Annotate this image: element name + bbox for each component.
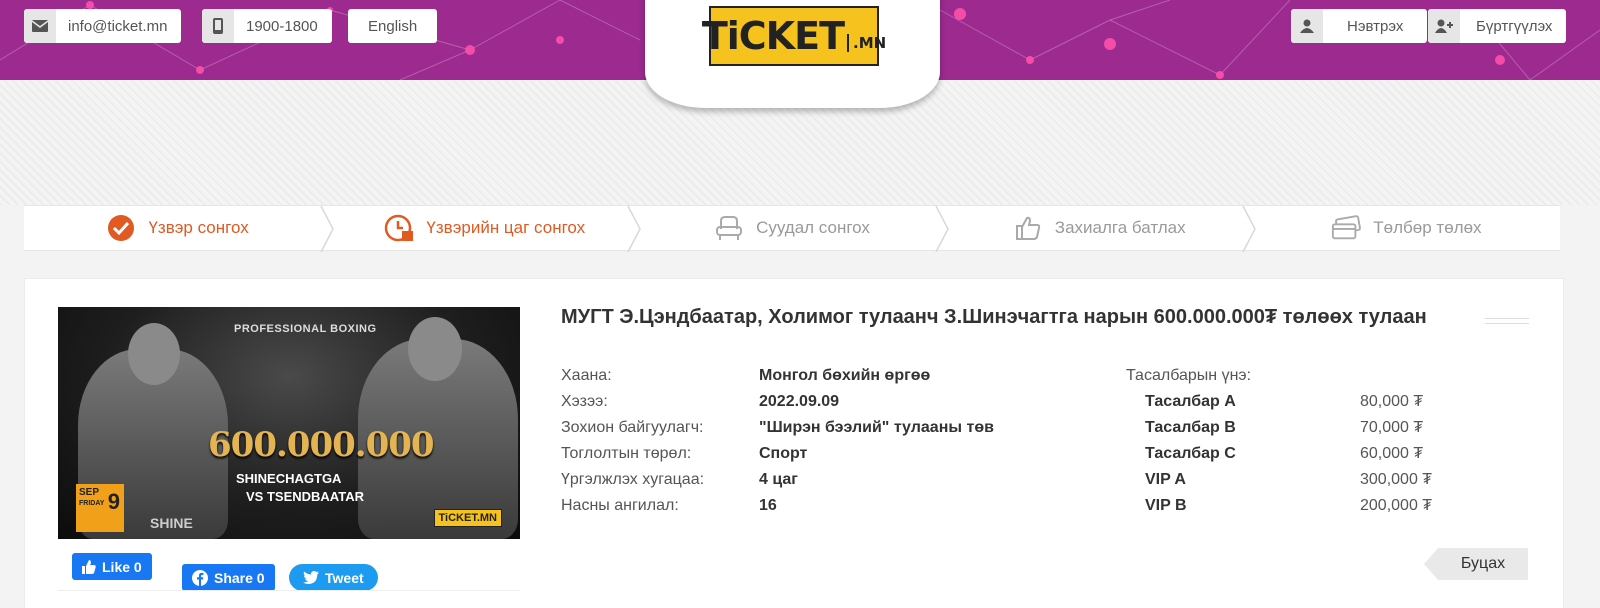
event-title: МУГТ Э.Цэндбаатар, Холимог тулаанч З.Шин… — [561, 306, 1427, 328]
price-name: VIP B — [1145, 497, 1187, 514]
detail-label-organizer: Зохион байгуулагч: — [561, 419, 704, 436]
poster-date: SEP FRIDAY 9 — [76, 484, 124, 532]
detail-value-date: 2022.09.09 — [759, 393, 840, 410]
price-value: 200,000 ₮ — [1360, 497, 1433, 514]
seat-icon — [714, 213, 744, 243]
share-label: Share 0 — [214, 569, 265, 586]
step-label: Суудал сонгох — [756, 218, 870, 237]
detail-value-venue: Монгол бөхийн өргөө — [759, 367, 931, 384]
twitter-bird-icon — [303, 571, 319, 584]
detail-label-type: Тоглолтын төрөл: — [561, 445, 692, 462]
step-select-event[interactable]: Үзвэр сонгох — [24, 206, 335, 252]
poster-brand: TiCKET.MN — [433, 509, 502, 527]
language-label: English — [368, 17, 418, 35]
price-value: 80,000 ₮ — [1360, 393, 1424, 410]
register-label: Бүртгүүлэх — [1476, 17, 1553, 35]
checkout-steps: Үзвэр сонгох Үзвэрийн цаг сонгох Суудал … — [24, 205, 1560, 252]
thumbs-up-icon — [1013, 213, 1043, 243]
step-select-seat: Суудал сонгох — [638, 206, 949, 252]
phone-text: 1900-1800 — [246, 17, 318, 35]
divider — [58, 590, 520, 591]
phone-link[interactable]: 1900-1800 — [202, 9, 332, 43]
detail-value-organizer: "Ширэн бээлий" тулааны төв — [759, 419, 994, 436]
fighter-left-head — [128, 323, 180, 385]
detail-value-type: Спорт — [759, 445, 808, 462]
poster-day: 9 — [107, 489, 120, 514]
user-plus-icon — [1428, 9, 1460, 43]
poster-fighter-a: SHINECHAGTGA — [236, 471, 342, 486]
price-name: Тасалбар A — [1145, 393, 1236, 410]
step-payment: Төлбөр төлөх — [1253, 206, 1560, 250]
tweet-label: Tweet — [325, 569, 364, 586]
detail-label-age: Насны ангилал: — [561, 497, 679, 514]
poster-prize: 600.000.000 — [208, 425, 435, 465]
prices-heading: Тасалбарын үнэ: — [1126, 367, 1252, 384]
credit-card-icon — [1331, 213, 1362, 243]
logo-text: TiCKET — [701, 14, 845, 58]
email-link[interactable]: info@ticket.mn — [24, 9, 182, 43]
facebook-like-button[interactable]: Like 0 — [72, 553, 152, 580]
like-label: Like 0 — [102, 558, 142, 575]
back-label: Буцах — [1460, 555, 1506, 572]
price-name: VIP A — [1145, 471, 1186, 488]
language-switch[interactable]: English — [348, 9, 438, 43]
user-icon — [1291, 9, 1323, 43]
envelope-icon — [24, 9, 56, 43]
check-circle-icon — [106, 213, 136, 243]
detail-label-venue: Хаана: — [561, 367, 612, 384]
price-value: 70,000 ₮ — [1360, 419, 1424, 436]
detail-label-date: Хэзээ: — [561, 393, 608, 410]
clock-calendar-icon — [384, 213, 414, 243]
register-button[interactable]: Бүртгүүлэх — [1428, 9, 1567, 43]
price-value: 300,000 ₮ — [1360, 471, 1433, 488]
title-rule — [1485, 318, 1529, 324]
step-confirm-order: Захиалга батлах — [946, 206, 1256, 252]
poster-fighter-b: VS TSENDBAATAR — [246, 489, 364, 504]
poster-heading: PROFESSIONAL BOXING — [234, 323, 377, 335]
fighter-right-head — [408, 317, 462, 381]
facebook-icon — [192, 569, 208, 586]
step-label: Үзвэр сонгох — [148, 218, 249, 237]
thumbs-up-icon — [82, 559, 96, 574]
detail-label-duration: Үргэлжлэх хугацаа: — [561, 471, 705, 488]
email-text: info@ticket.mn — [68, 17, 168, 35]
poster-trunks: SHINE — [150, 515, 193, 531]
logo-suffix: .MN — [847, 34, 886, 52]
detail-value-duration: 4 цаг — [759, 471, 798, 488]
facebook-share-button[interactable]: Share 0 — [182, 564, 275, 591]
event-poster: PROFESSIONAL BOXING 600.000.000 SHINECHA… — [58, 307, 520, 539]
step-label: Захиалга батлах — [1054, 218, 1186, 237]
mobile-phone-icon — [202, 9, 234, 43]
step-select-time[interactable]: Үзвэрийн цаг сонгох — [331, 206, 642, 252]
step-label: Төлбөр төлөх — [1373, 218, 1482, 237]
price-name: Тасалбар C — [1145, 445, 1236, 462]
price-name: Тасалбар B — [1145, 419, 1236, 436]
step-label: Үзвэрийн цаг сонгох — [426, 218, 586, 237]
login-label: Нэвтрэх — [1347, 17, 1404, 35]
price-value: 60,000 ₮ — [1360, 445, 1424, 462]
login-button[interactable]: Нэвтрэх — [1291, 9, 1428, 43]
back-button[interactable]: Буцах — [1424, 548, 1528, 580]
detail-value-age: 16 — [759, 497, 777, 514]
site-logo[interactable]: TiCKET .MN — [702, 6, 886, 66]
tweet-button[interactable]: Tweet — [289, 564, 378, 591]
